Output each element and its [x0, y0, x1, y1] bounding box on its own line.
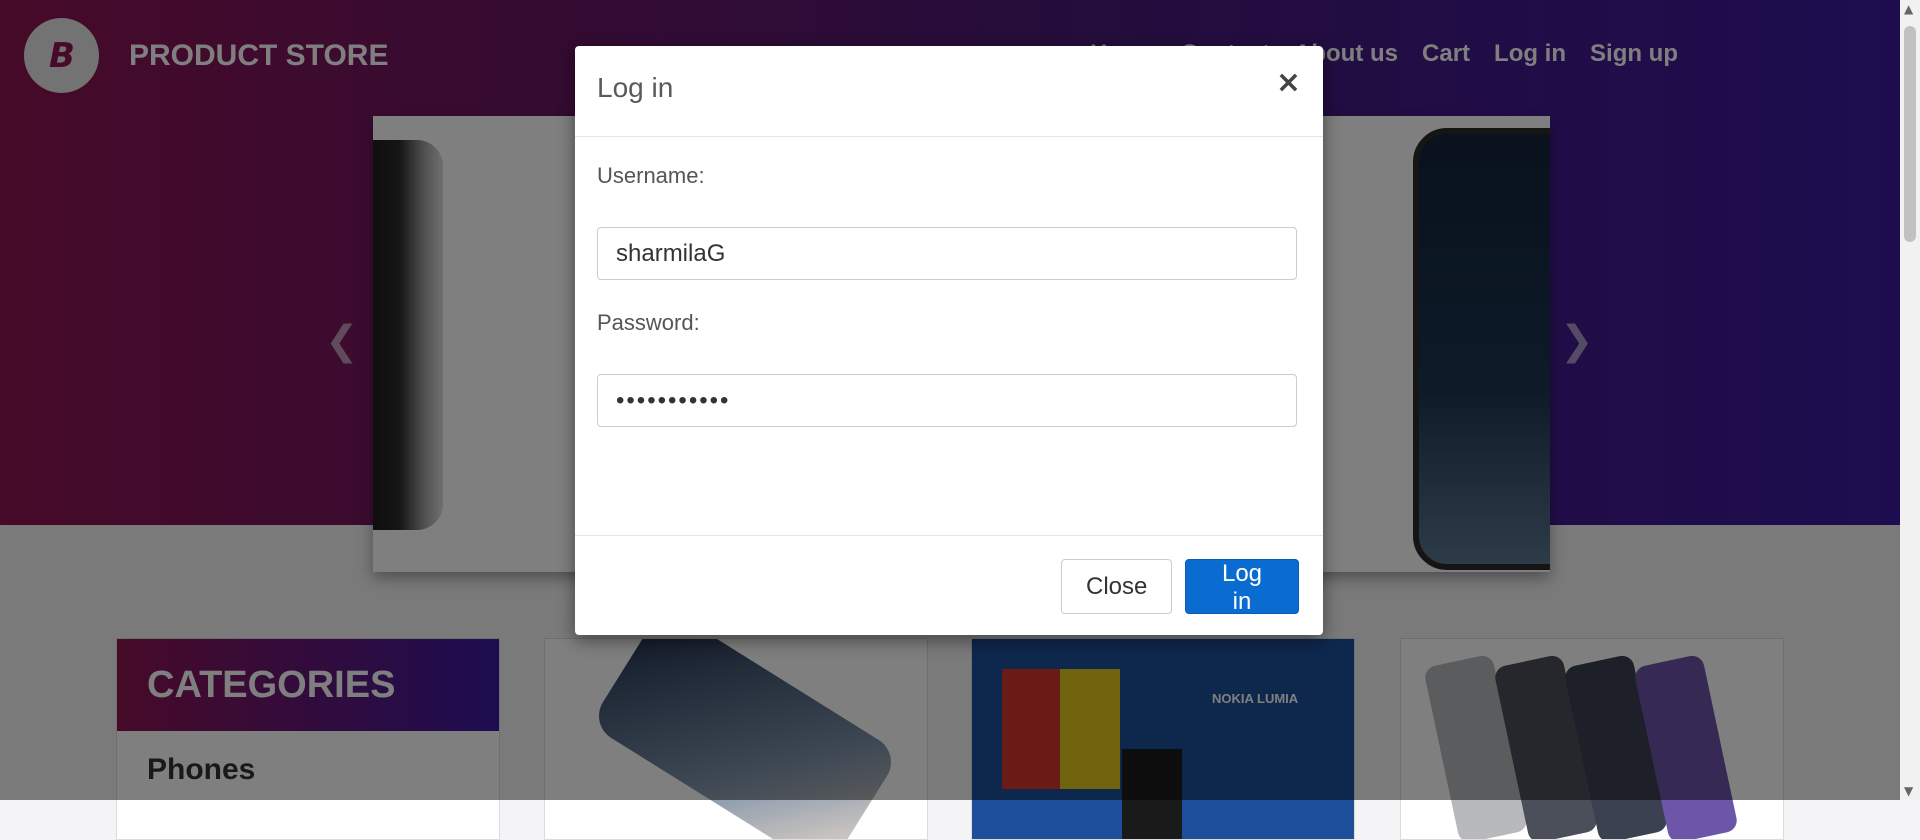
password-label: Password: — [597, 310, 700, 335]
username-label: Username: — [597, 163, 705, 188]
page-scrollbar[interactable]: ▲ ▼ — [1900, 0, 1920, 800]
modal-title: Log in — [597, 72, 674, 103]
modal-body: Username: Password: — [575, 137, 1323, 536]
login-button[interactable]: Log in — [1185, 559, 1299, 615]
modal-header: Log in × — [575, 46, 1323, 137]
close-button[interactable]: Close — [1061, 559, 1172, 614]
password-input[interactable] — [597, 374, 1297, 427]
close-icon[interactable]: × — [1276, 68, 1301, 98]
scroll-up-icon[interactable]: ▲ — [1904, 2, 1913, 16]
scroll-thumb[interactable] — [1904, 26, 1916, 242]
modal-footer: Close Log in — [575, 536, 1323, 636]
username-input[interactable] — [597, 227, 1297, 280]
login-modal: Log in × Username: Password: Close Log i… — [575, 46, 1323, 635]
scroll-down-icon[interactable]: ▼ — [1904, 784, 1913, 798]
